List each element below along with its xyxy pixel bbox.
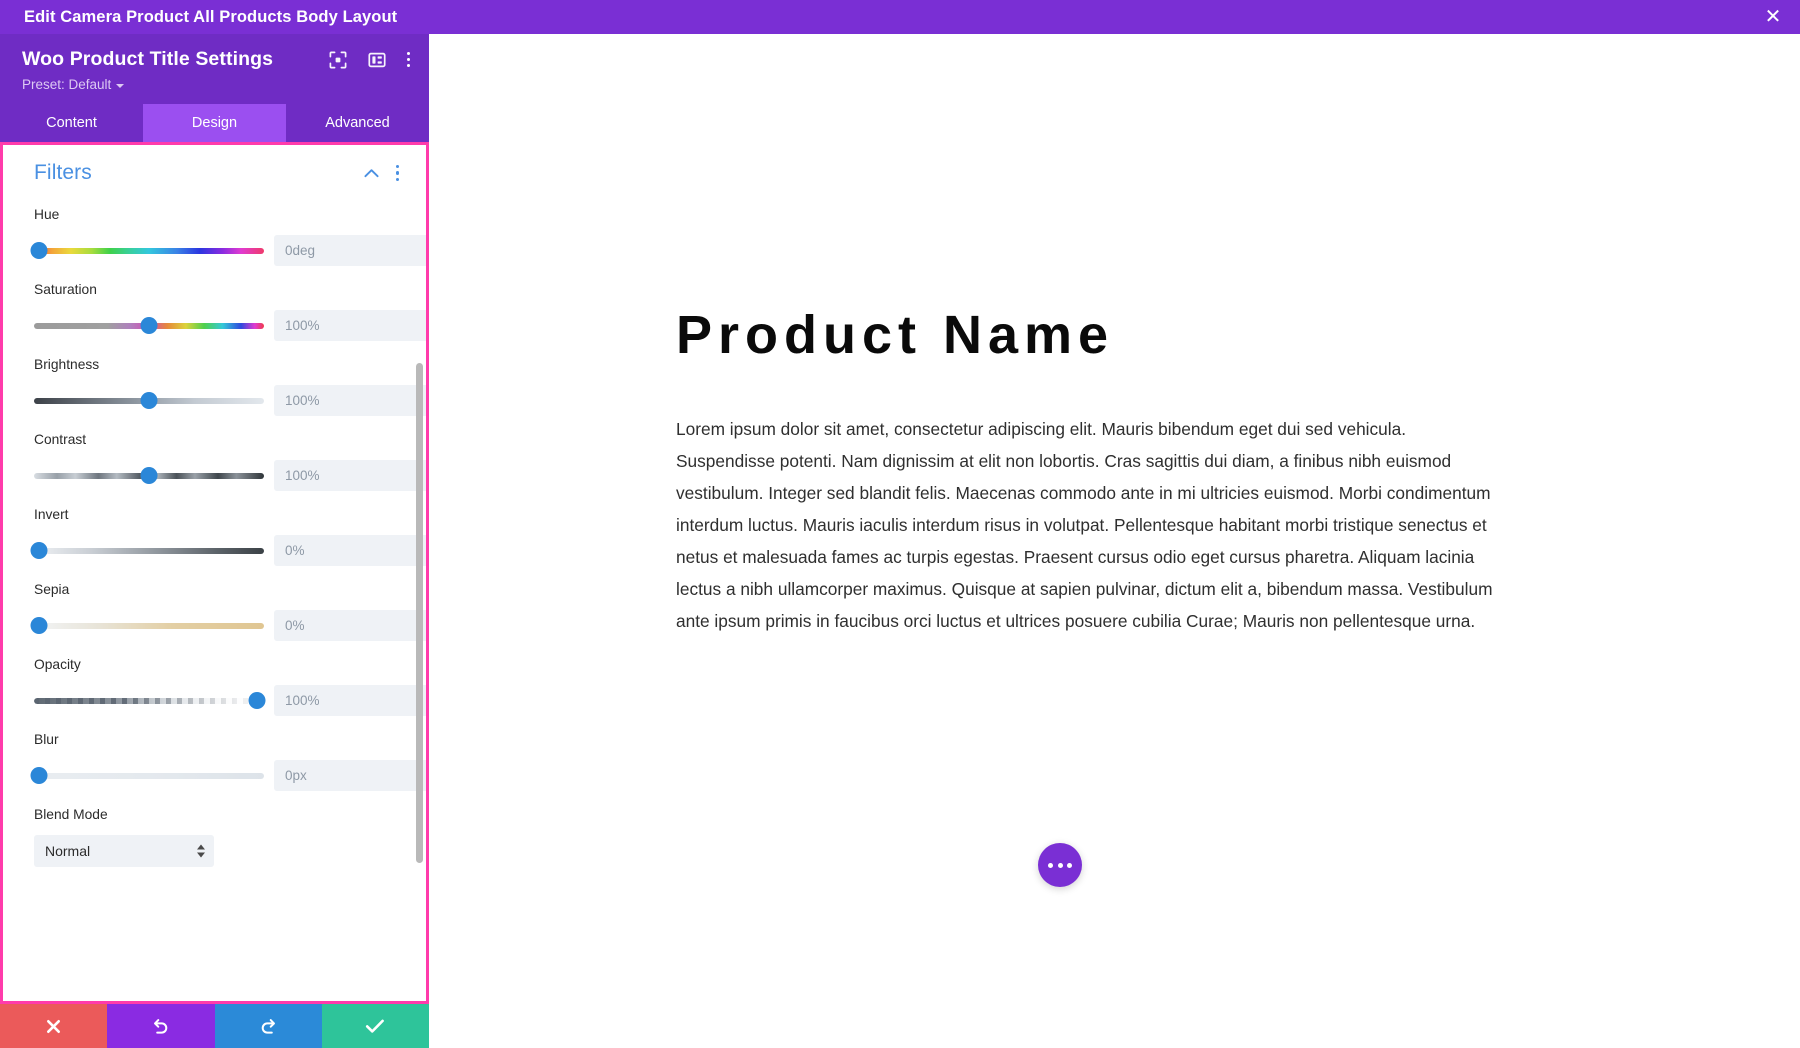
- slider-track-blur: [34, 772, 264, 779]
- settings-panel-title: Woo Product Title Settings: [22, 48, 274, 70]
- field-label-sepia: Sepia: [34, 582, 70, 597]
- slider-handle-invert[interactable]: [30, 542, 48, 559]
- field-opacity: Opacity: [34, 657, 426, 716]
- tab-advanced[interactable]: Advanced: [286, 104, 429, 142]
- field-sepia: Sepia: [30, 582, 426, 641]
- slider-handle-brightness[interactable]: [140, 392, 158, 409]
- field-label-opacity: Opacity: [34, 657, 81, 672]
- field-brightness: Brightness: [34, 357, 426, 416]
- preset-label: Preset: Default: [22, 77, 112, 92]
- value-input-sepia[interactable]: [274, 610, 426, 641]
- field-label-contrast: Contrast: [34, 432, 87, 447]
- kebab-menu-icon[interactable]: [395, 164, 400, 182]
- slider-track-opacity: [34, 697, 264, 704]
- cancel-button[interactable]: [0, 1004, 108, 1048]
- layout-panel-icon[interactable]: [367, 50, 386, 69]
- page-preview: Product Name Lorem ipsum dolor sit amet,…: [429, 34, 1800, 1048]
- slider-contrast[interactable]: [34, 466, 264, 486]
- chevron-down-icon: [116, 83, 125, 88]
- value-input-brightness[interactable]: [274, 385, 426, 416]
- value-input-hue[interactable]: [274, 235, 426, 266]
- blend-mode-select[interactable]: Normal: [34, 835, 214, 867]
- filters-scroll-area: Filters Hue 0deg Saturation 100% Brightn…: [3, 145, 426, 1001]
- save-button[interactable]: [321, 1004, 429, 1048]
- field-blend-mode: Blend Mode Normal: [34, 807, 400, 867]
- tab-design[interactable]: Design: [143, 104, 286, 142]
- field-blur: Blur: [30, 732, 426, 791]
- check-icon: [365, 1018, 385, 1034]
- slider-sepia[interactable]: [30, 616, 264, 636]
- field-label-blur: Blur: [34, 732, 59, 747]
- chevron-up-icon[interactable]: [363, 165, 379, 181]
- undo-icon: [151, 1017, 170, 1036]
- close-icon: [45, 1018, 62, 1035]
- more-options-icon[interactable]: [406, 50, 411, 69]
- undo-button[interactable]: [107, 1004, 215, 1048]
- value-input-invert[interactable]: [274, 535, 426, 566]
- tab-content[interactable]: Content: [0, 104, 143, 142]
- responsive-preview-icon[interactable]: [328, 50, 347, 69]
- slider-handle-saturation[interactable]: [140, 317, 158, 334]
- slider-handle-hue[interactable]: [30, 242, 48, 259]
- slider-opacity[interactable]: [34, 691, 266, 711]
- settings-panel-header-icons: [328, 50, 411, 69]
- slider-track-invert: [34, 547, 264, 554]
- settings-panel: Woo Product Title Settings Preset: Defau…: [0, 34, 429, 1048]
- filters-section-header: Filters: [34, 161, 400, 185]
- slider-handle-contrast[interactable]: [140, 467, 158, 484]
- field-hue: Hue: [30, 207, 426, 266]
- filters-section-title: Filters: [34, 161, 92, 184]
- product-description: Lorem ipsum dolor sit amet, consectetur …: [676, 419, 1493, 631]
- slider-hue[interactable]: [30, 241, 264, 261]
- settings-tabs: Content Design Advanced: [0, 104, 429, 142]
- slider-track-sepia: [34, 622, 264, 629]
- settings-panel-header: Woo Product Title Settings Preset: Defau…: [0, 34, 429, 104]
- slider-handle-sepia[interactable]: [30, 617, 48, 634]
- field-label-blend-mode: Blend Mode: [34, 807, 108, 822]
- panel-scrollbar[interactable]: [416, 148, 423, 998]
- modal-titlebar: Edit Camera Product All Products Body La…: [0, 0, 1800, 34]
- field-label-hue: Hue: [34, 207, 60, 222]
- modal-title: Edit Camera Product All Products Body La…: [24, 7, 398, 26]
- filters-section-outline: Filters Hue 0deg Saturation 100% Brightn…: [0, 142, 429, 1004]
- slider-handle-blur[interactable]: [30, 767, 48, 784]
- field-saturation: Saturation: [34, 282, 426, 341]
- preset-selector[interactable]: Preset: Default: [22, 77, 125, 92]
- field-label-saturation: Saturation: [34, 282, 97, 297]
- panel-scrollbar-thumb[interactable]: [416, 363, 423, 863]
- slider-track-hue: [34, 247, 264, 254]
- redo-icon: [259, 1017, 278, 1036]
- slider-invert[interactable]: [30, 541, 264, 561]
- slider-saturation[interactable]: [34, 316, 264, 336]
- value-input-saturation[interactable]: [274, 310, 426, 341]
- field-label-brightness: Brightness: [34, 357, 100, 372]
- field-contrast: Contrast: [34, 432, 426, 491]
- field-invert: Invert: [30, 507, 426, 566]
- more-actions-fab[interactable]: [1038, 843, 1082, 887]
- field-label-invert: Invert: [34, 507, 69, 522]
- close-icon[interactable]: ✕: [1760, 4, 1786, 30]
- settings-action-bar: [0, 1004, 429, 1048]
- value-input-blur[interactable]: [274, 760, 426, 791]
- redo-button[interactable]: [214, 1004, 322, 1048]
- slider-brightness[interactable]: [34, 391, 264, 411]
- page-title: Product Name: [676, 305, 1115, 365]
- slider-blur[interactable]: [30, 766, 264, 786]
- value-input-opacity[interactable]: [274, 685, 426, 716]
- slider-handle-opacity[interactable]: [248, 692, 266, 709]
- value-input-contrast[interactable]: [274, 460, 426, 491]
- divi-builder-modal: Edit Camera Product All Products Body La…: [0, 0, 1800, 1048]
